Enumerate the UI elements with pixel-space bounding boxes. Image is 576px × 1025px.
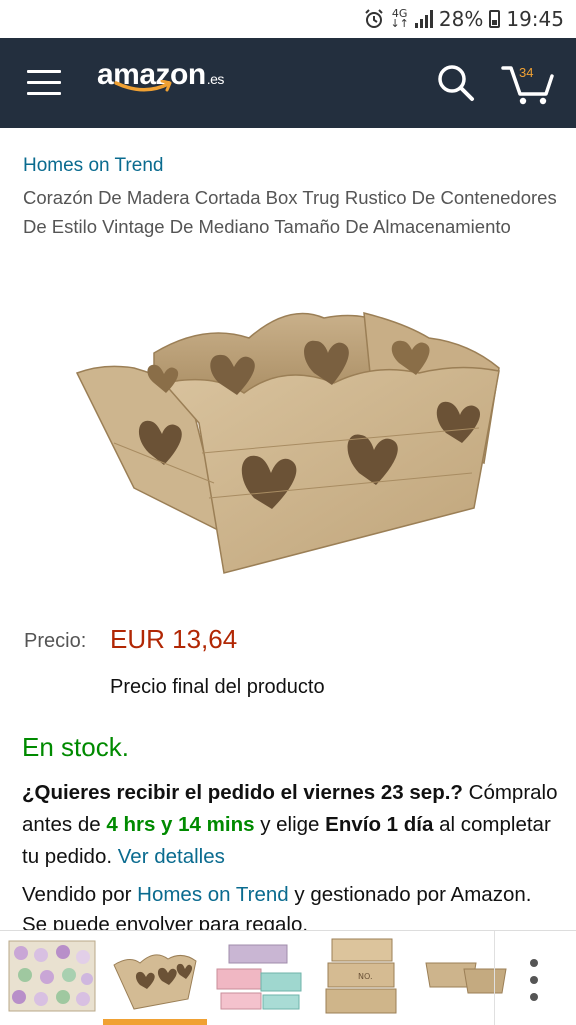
price-note: Precio final del producto (110, 676, 325, 698)
battery-percent: 28% (438, 7, 484, 31)
app-header: amazon.es 34 (0, 38, 576, 128)
battery-icon (489, 10, 501, 28)
seller-info: Vendido por Homes on Trend y gestionado … (22, 880, 562, 930)
details-link[interactable]: Ver detalles (118, 845, 225, 868)
delivery-info: ¿Quieres recibir el pedido el viernes 23… (22, 777, 562, 873)
thumbnail-1[interactable] (7, 935, 97, 1017)
thumbnail-divider (494, 931, 495, 1025)
seller-link[interactable]: Homes on Trend (137, 883, 289, 906)
clock: 19:45 (506, 7, 564, 31)
alarm-icon (365, 9, 384, 28)
thumbnail-5[interactable] (420, 935, 510, 1017)
delivery-question: ¿Quieres recibir el pedido el viernes 23… (22, 781, 463, 804)
logo-smile-icon (114, 80, 172, 92)
price-label: Precio: (24, 630, 87, 652)
thumbnail-4[interactable]: NO. (322, 935, 412, 1017)
signal-icon (414, 10, 433, 28)
svg-text:NO.: NO. (358, 972, 373, 981)
status-icons: 4G ↓↑ 28% 19:45 (364, 6, 564, 32)
network-arrows: ↓↑ (390, 17, 409, 30)
menu-icon[interactable] (27, 70, 61, 96)
more-options-icon[interactable] (524, 955, 544, 1005)
network-type: 4G ↓↑ (390, 8, 409, 30)
thumbnail-3[interactable] (215, 935, 305, 1017)
price-value: EUR 13,64 (110, 624, 238, 654)
product-image[interactable] (74, 283, 504, 588)
search-icon[interactable] (436, 63, 476, 103)
thumbnail-2[interactable] (110, 935, 200, 1017)
product-title: Corazón De Madera Cortada Box Trug Rusti… (23, 187, 557, 237)
status-bar: 4G ↓↑ 28% 19:45 (0, 0, 576, 38)
brand-link[interactable]: Homes on Trend (23, 155, 163, 177)
sold-by-text: Vendido por (22, 883, 132, 906)
time-left: 4 hrs y 14 mins (106, 813, 255, 836)
cart-count-badge: 34 (519, 65, 534, 80)
logo-suffix: .es (206, 71, 225, 87)
stock-status: En stock. (22, 732, 129, 762)
shipping-option: Envío 1 día (325, 813, 434, 836)
and-choose-text: y elige (260, 813, 320, 836)
selected-thumbnail-indicator (103, 1019, 207, 1025)
image-thumbnail-bar: NO. (0, 930, 576, 1025)
